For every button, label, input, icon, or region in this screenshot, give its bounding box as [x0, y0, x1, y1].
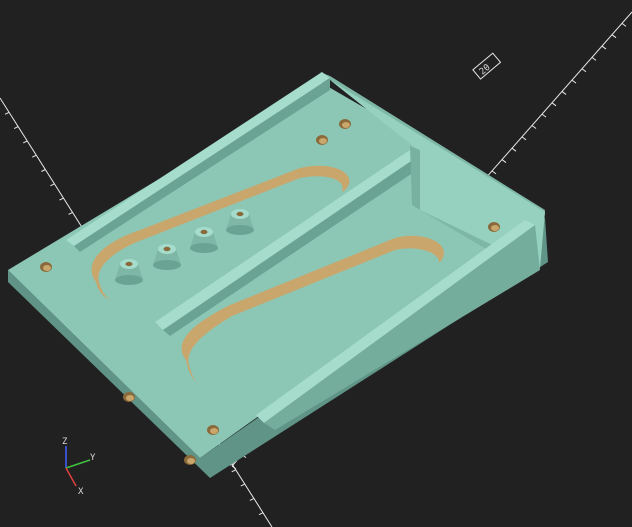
- mount-hole-inner: [43, 265, 51, 271]
- standoff-hole: [125, 261, 133, 267]
- mount-hole-inner: [210, 428, 218, 434]
- y-tick: [22, 140, 28, 144]
- x-tick: [611, 34, 617, 39]
- mount-hole-inner: [491, 225, 499, 231]
- mount-hole-inner: [342, 122, 350, 128]
- x-tick: [571, 79, 577, 84]
- y-tick: [249, 497, 255, 501]
- standoff-hole: [236, 211, 244, 217]
- x-tick: [601, 45, 607, 50]
- y-tick: [68, 211, 73, 215]
- mount-hole-inner: [126, 395, 134, 401]
- x-tick: [551, 102, 557, 107]
- gizmo-y-axis: [65, 459, 91, 469]
- y-tick: [41, 169, 46, 172]
- mount-hole-inner: [319, 138, 327, 144]
- standoff-hole: [163, 246, 171, 252]
- 3d-bracket-model[interactable]: [8, 72, 548, 478]
- axis-gizmo: Z Y X: [62, 437, 96, 497]
- standoff-base: [226, 225, 254, 235]
- y-tick: [258, 512, 264, 516]
- x-tick-label-text: 20: [478, 63, 493, 78]
- x-tick: [531, 125, 537, 129]
- gizmo-y-label: Y: [90, 453, 96, 463]
- viewport-canvas[interactable]: 20 20: [0, 0, 632, 527]
- x-tick: [521, 136, 527, 141]
- standoff-base: [115, 275, 143, 285]
- x-tick: [501, 159, 507, 163]
- 3d-viewport[interactable]: 20 20: [0, 0, 632, 527]
- standoff-base: [153, 260, 181, 270]
- y-tick: [4, 111, 10, 115]
- x-tick: [511, 147, 517, 152]
- gizmo-x-axis: [65, 467, 77, 487]
- y-tick: [59, 197, 64, 201]
- x-tick: [621, 22, 627, 27]
- y-tick: [50, 183, 55, 187]
- mount-hole-inner: [187, 458, 195, 464]
- y-tick: [231, 469, 236, 473]
- y-tick: [240, 483, 246, 487]
- y-tick: [13, 126, 19, 130]
- standoff-hole: [200, 229, 208, 235]
- standoff-base: [190, 243, 218, 253]
- x-tick: [541, 113, 547, 118]
- gizmo-z-label: Z: [62, 437, 68, 447]
- y-tick: [32, 154, 37, 158]
- x-tick-label: 20: [472, 52, 502, 80]
- x-tick: [591, 57, 597, 61]
- x-tick: [581, 68, 587, 73]
- x-tick: [561, 91, 567, 95]
- gizmo-x-label: X: [78, 487, 84, 497]
- x-tick: [491, 170, 497, 175]
